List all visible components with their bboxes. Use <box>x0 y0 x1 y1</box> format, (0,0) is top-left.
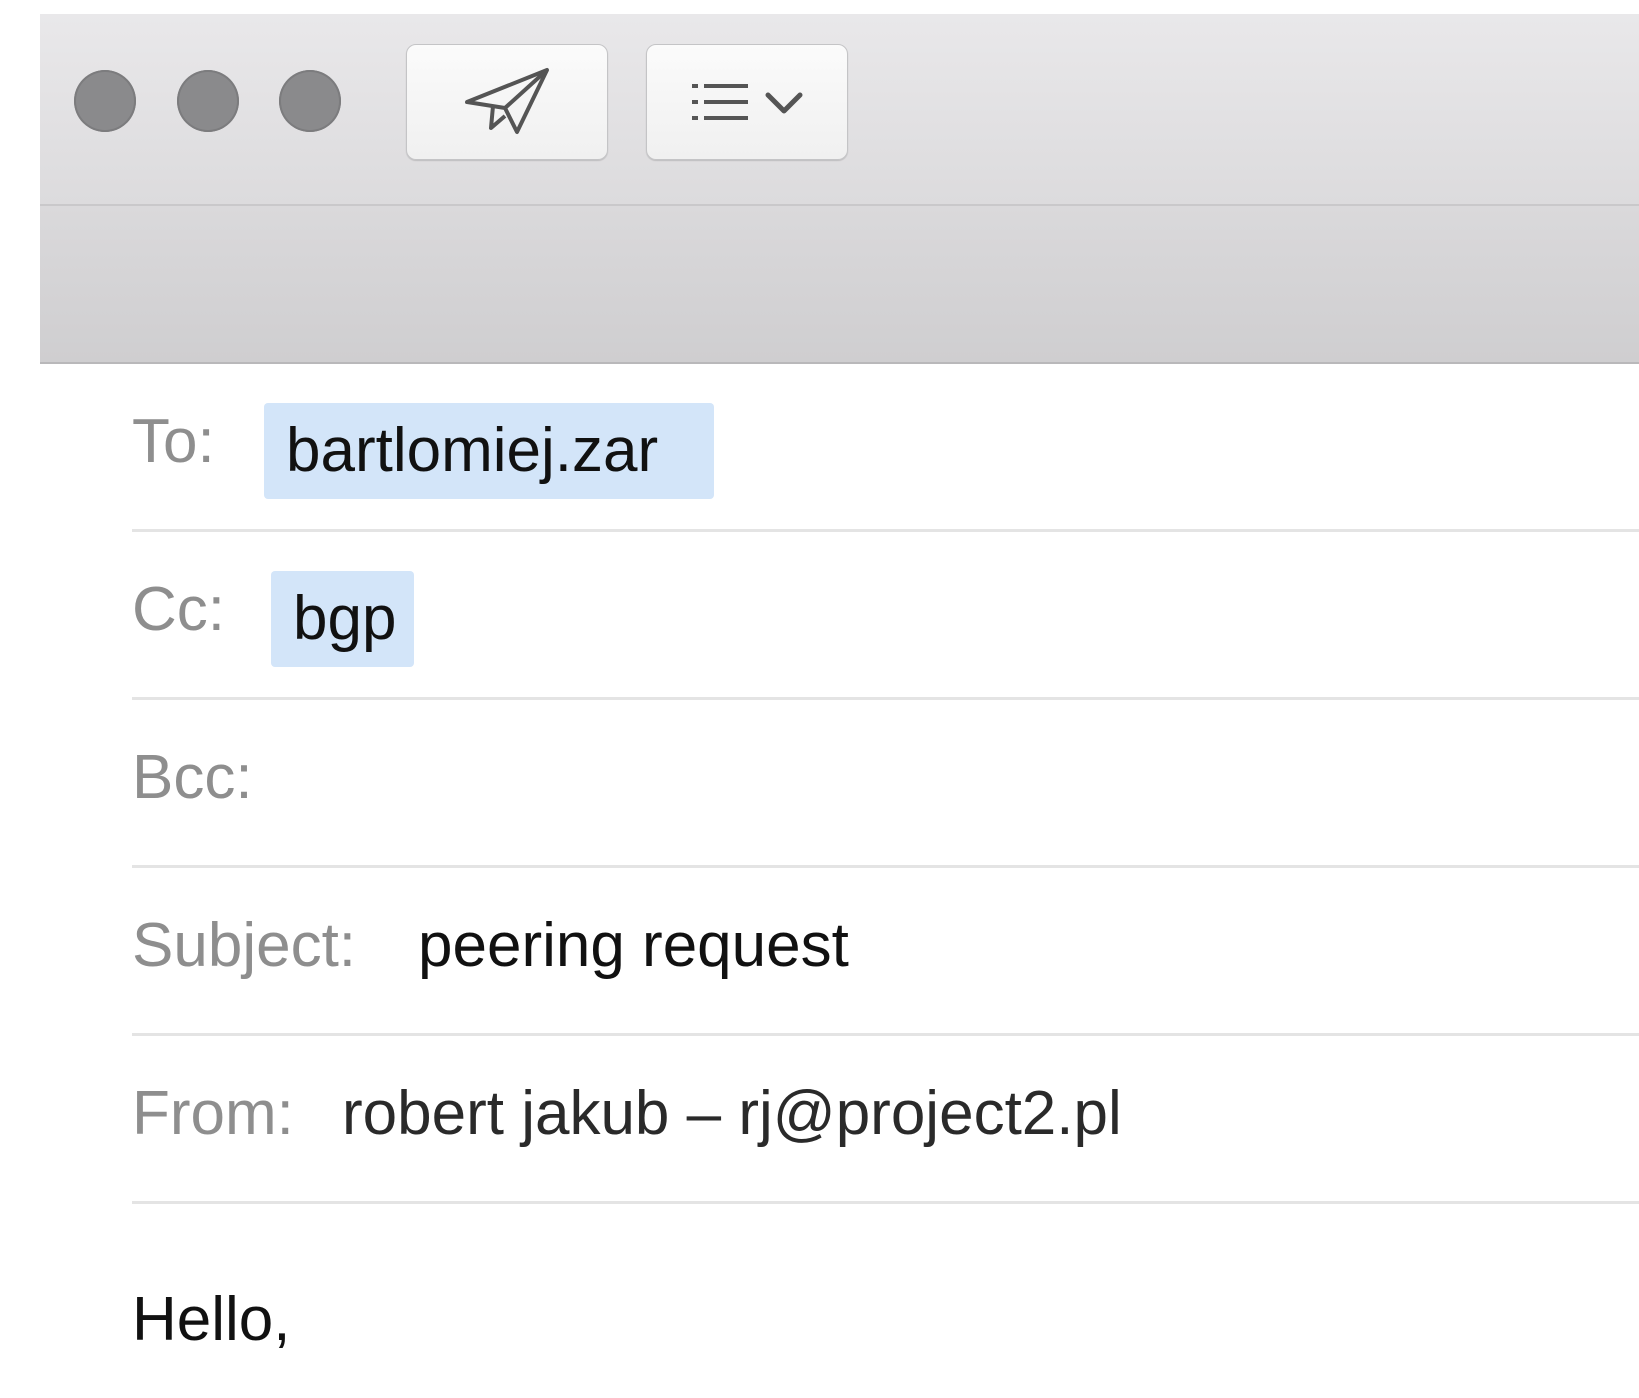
paper-plane-icon <box>465 68 549 134</box>
from-account-selector[interactable]: robert jakub – rj@project2.pl <box>342 1078 1122 1149</box>
subject-input[interactable]: peering request <box>418 910 849 981</box>
to-field[interactable]: To: bartlomiej.zar <box>132 364 1639 532</box>
cc-field[interactable]: Cc: bgp <box>132 532 1639 700</box>
title-bar <box>40 14 1639 206</box>
message-body[interactable]: Hello, <box>132 1284 291 1355</box>
format-menu-button[interactable] <box>646 44 848 160</box>
to-label: To: <box>132 407 215 476</box>
minimize-button[interactable] <box>177 70 239 132</box>
compose-window: To: bartlomiej.zar Cc: bgp Bcc: Subject:… <box>40 14 1639 1398</box>
list-format-icon <box>692 84 748 120</box>
cc-label: Cc: <box>132 575 225 644</box>
cc-recipient-token[interactable]: bgp <box>271 571 414 667</box>
close-button[interactable] <box>74 70 136 132</box>
bcc-label: Bcc: <box>132 743 253 812</box>
bcc-field[interactable]: Bcc: <box>132 700 1639 868</box>
to-recipient-token[interactable]: bartlomiej.zar <box>264 403 714 499</box>
chevron-down-icon <box>765 92 803 114</box>
send-button[interactable] <box>406 44 608 160</box>
toolbar-area <box>40 206 1639 364</box>
subject-label: Subject: <box>132 911 357 980</box>
from-label: From: <box>132 1079 294 1148</box>
from-field[interactable]: From: robert jakub – rj@project2.pl <box>132 1036 1639 1204</box>
subject-field[interactable]: Subject: peering request <box>132 868 1639 1036</box>
zoom-button[interactable] <box>279 70 341 132</box>
